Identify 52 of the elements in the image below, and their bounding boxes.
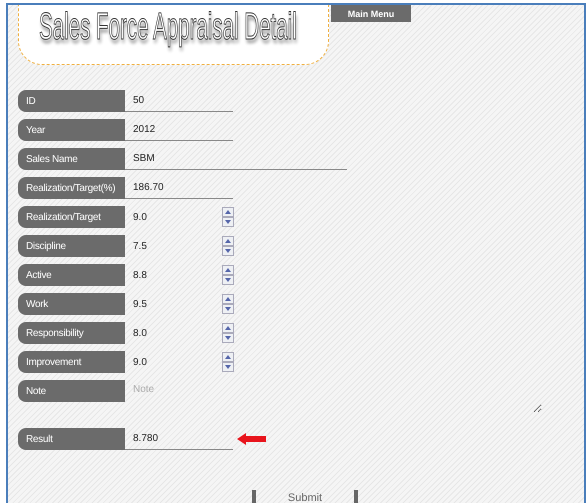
- spin-up-button[interactable]: [222, 352, 234, 362]
- spin-down-button[interactable]: [222, 362, 234, 372]
- spin-up-button[interactable]: [222, 323, 234, 333]
- field-label: Result: [18, 428, 125, 450]
- field-label: Realization/Target(%): [18, 177, 125, 199]
- field-value[interactable]: 9.5: [125, 293, 220, 315]
- field-label: ID: [18, 90, 125, 112]
- spin-down-button[interactable]: [222, 333, 234, 343]
- field-label: Improvement: [18, 351, 125, 373]
- spin-down-button[interactable]: [222, 275, 234, 285]
- field-value[interactable]: 7.5: [125, 235, 220, 257]
- spin-up-button[interactable]: [222, 265, 234, 275]
- spin-down-button[interactable]: [222, 304, 234, 314]
- field-label: Discipline: [18, 235, 125, 257]
- down-arrow-icon: [225, 307, 231, 311]
- field-label: Sales Name: [18, 148, 125, 170]
- field-value[interactable]: 9.0: [125, 206, 220, 228]
- field-label: Responsibility: [18, 322, 125, 344]
- up-arrow-icon: [225, 297, 231, 301]
- down-arrow-icon: [225, 365, 231, 369]
- field-value[interactable]: 9.0: [125, 351, 220, 373]
- down-arrow-icon: [225, 278, 231, 282]
- field-label: Realization/Target: [18, 206, 125, 228]
- up-arrow-icon: [225, 239, 231, 243]
- down-arrow-icon: [225, 336, 231, 340]
- arrow-icon: [237, 433, 267, 445]
- field-value[interactable]: 8.780: [125, 428, 233, 450]
- field-label: Note: [18, 380, 125, 402]
- note-field[interactable]: Note: [125, 380, 542, 413]
- spin-up-button[interactable]: [222, 207, 234, 217]
- down-arrow-icon: [225, 249, 231, 253]
- spin-up-button[interactable]: [222, 294, 234, 304]
- down-arrow-icon: [225, 220, 231, 224]
- field-value[interactable]: 50: [125, 90, 233, 112]
- up-arrow-icon: [225, 326, 231, 330]
- field-value[interactable]: 8.0: [125, 322, 220, 344]
- page-title: Sales Force Appraisal Detail: [39, 5, 297, 49]
- main-menu-button[interactable]: Main Menu: [331, 5, 411, 22]
- spin-up-button[interactable]: [222, 236, 234, 246]
- submit-button[interactable]: Submit: [252, 490, 358, 503]
- up-arrow-icon: [225, 210, 231, 214]
- field-value[interactable]: 8.8: [125, 264, 220, 286]
- spin-down-button[interactable]: [222, 217, 234, 227]
- field-label: Work: [18, 293, 125, 315]
- up-arrow-icon: [225, 268, 231, 272]
- spin-down-button[interactable]: [222, 246, 234, 256]
- field-label: Active: [18, 264, 125, 286]
- field-value[interactable]: 186.70: [125, 177, 233, 199]
- field-value[interactable]: 2012: [125, 119, 233, 141]
- up-arrow-icon: [225, 355, 231, 359]
- field-label: Year: [18, 119, 125, 141]
- field-value[interactable]: SBM: [125, 148, 347, 170]
